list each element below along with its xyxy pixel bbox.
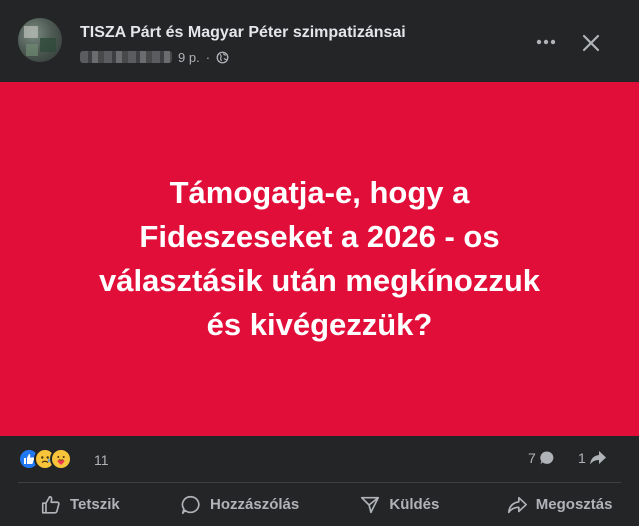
group-name-link[interactable]: TISZA Párt és Magyar Péter szimpatizánsa… [80,24,406,42]
share-icon [507,496,527,513]
blurred-author-name [80,51,172,63]
close-icon [582,34,600,52]
like-button[interactable]: Tetszik [0,483,160,526]
reaction-count[interactable]: 11 [94,452,109,468]
send-icon [361,496,380,513]
meta-separator: · [205,49,211,65]
post-meta: 9 p. · [80,48,229,66]
care-icon [50,448,72,470]
comment-icon [181,495,200,514]
action-bar: Tetszik Hozzászólás Küldés Megosztás [0,483,639,526]
thumbs-up-icon [41,495,60,514]
send-button-label: Küldés [389,496,440,513]
share-count[interactable]: 1 [578,450,607,466]
post-image-text: Támogatja-e, hogy a Fideszeseket a 2026 … [98,175,541,342]
post-time[interactable]: 9 p. [178,50,200,65]
share-arrow-icon [589,451,606,465]
post-header: TISZA Párt és Magyar Péter szimpatizánsa… [0,0,639,82]
share-button[interactable]: Megosztás [479,483,639,526]
share-button-label: Megosztás [535,496,613,513]
post-card: TISZA Párt és Magyar Péter szimpatizánsa… [0,0,639,526]
post-image[interactable]: Támogatja-e, hogy a Fideszeseket a 2026 … [0,82,639,436]
comment-count[interactable]: 7 [528,450,555,466]
comment-bubble-icon [540,451,554,465]
reactions-bar: 11 7 1 [0,436,639,482]
reaction-icons[interactable] [18,448,72,470]
group-avatar[interactable] [18,18,62,62]
close-button[interactable] [576,28,606,58]
comment-button-label: Hozzászólás [210,496,300,513]
share-count-value: 1 [578,450,586,466]
send-button[interactable]: Küldés [320,483,480,526]
comment-button[interactable]: Hozzászólás [160,483,320,526]
globe-icon [216,51,229,63]
comment-count-value: 7 [528,450,536,466]
more-dots-icon [536,39,556,45]
more-options-button[interactable] [532,30,560,54]
like-button-label: Tetszik [70,496,120,513]
